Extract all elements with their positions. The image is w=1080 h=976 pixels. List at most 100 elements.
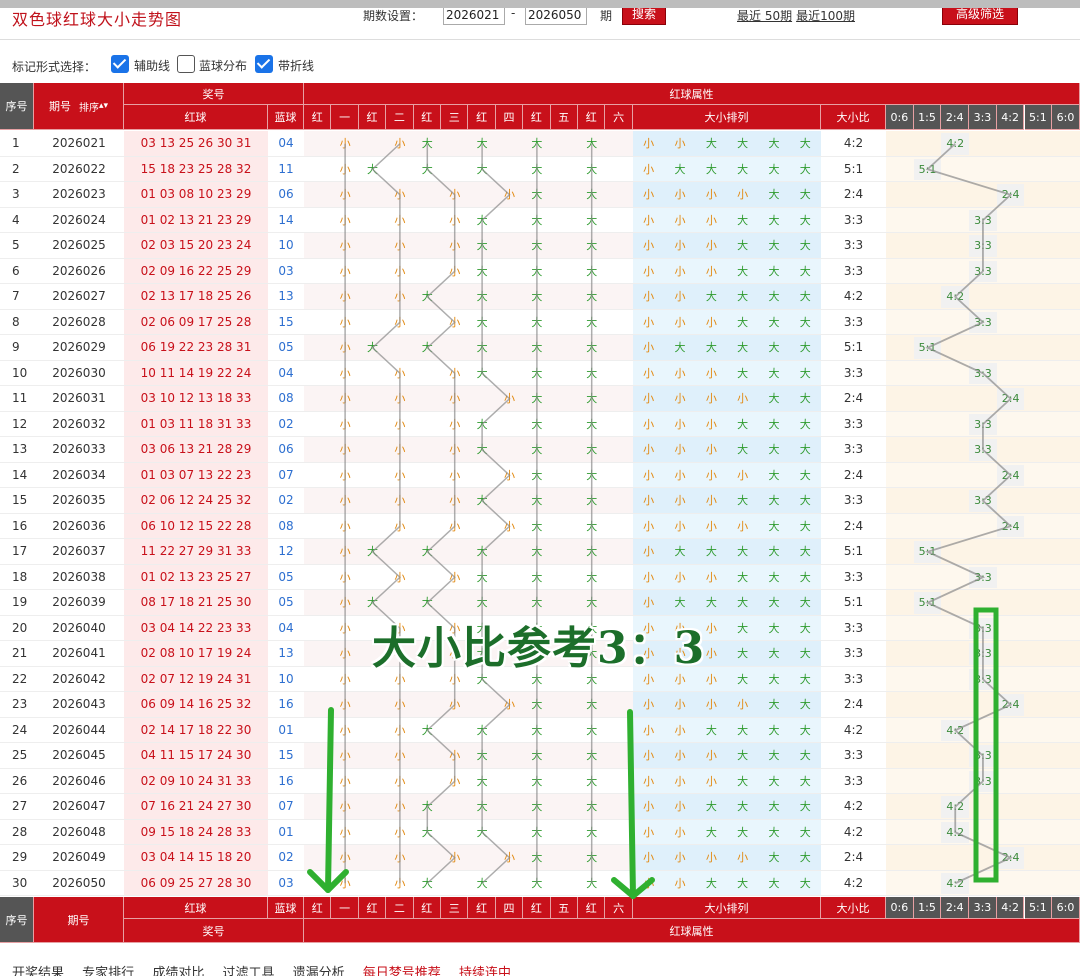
pos-mark: 大 bbox=[586, 188, 598, 202]
row-blue-ball: 01 bbox=[268, 717, 304, 743]
pos-mark: 大 bbox=[476, 749, 488, 763]
seq-mark: 小 bbox=[705, 698, 717, 712]
row-period: 2026023 bbox=[34, 182, 124, 208]
row-red-balls: 02 09 16 22 25 29 bbox=[124, 258, 268, 284]
pos-mark: 大 bbox=[476, 570, 488, 584]
row-period: 2026022 bbox=[34, 156, 124, 182]
seq-mark: 小 bbox=[737, 698, 749, 712]
sort-arrows-icon[interactable]: ▴▾ bbox=[99, 101, 108, 111]
pos-mark: 小 bbox=[339, 290, 351, 304]
pos-mark: 大 bbox=[586, 723, 598, 737]
nav-filter[interactable]: 过滤工具 bbox=[222, 966, 274, 976]
seq-mark: 大 bbox=[737, 647, 749, 661]
nav-daily[interactable]: 每日梦号推荐 bbox=[363, 966, 441, 976]
row-ratio: 2:4 bbox=[821, 462, 886, 488]
footer-ratio-2: 2:4 bbox=[941, 897, 970, 919]
row-index: 27 bbox=[0, 794, 34, 820]
seq-mark: 小 bbox=[705, 315, 717, 329]
row-blue-ball: 04 bbox=[268, 131, 304, 157]
row-index: 12 bbox=[0, 411, 34, 437]
row-index: 1 bbox=[0, 131, 34, 157]
pos-mark: 大 bbox=[476, 494, 488, 508]
pos-mark: 小 bbox=[394, 494, 406, 508]
seq-mark: 大 bbox=[737, 749, 749, 763]
seq-mark: 小 bbox=[643, 723, 655, 737]
row-red-balls: 01 03 07 13 22 23 bbox=[124, 462, 268, 488]
seq-mark: 小 bbox=[674, 570, 686, 584]
row-period: 2026030 bbox=[34, 360, 124, 386]
pos-mark: 大 bbox=[531, 137, 543, 151]
pos-mark: 大 bbox=[586, 239, 598, 253]
seq-mark: 大 bbox=[705, 162, 717, 176]
pos-mark: 小 bbox=[394, 851, 406, 865]
seq-mark: 小 bbox=[643, 545, 655, 559]
row-red-balls: 07 16 21 24 27 30 bbox=[124, 794, 268, 820]
row-index: 19 bbox=[0, 590, 34, 616]
pos-mark: 大 bbox=[586, 290, 598, 304]
seq-mark: 小 bbox=[643, 749, 655, 763]
pos-mark: 小 bbox=[394, 417, 406, 431]
nav-results[interactable]: 开奖结果 bbox=[12, 966, 64, 976]
row-red-balls: 11 22 27 29 31 33 bbox=[124, 539, 268, 565]
seq-mark: 小 bbox=[674, 723, 686, 737]
pos-mark: 小 bbox=[449, 392, 461, 406]
seq-mark: 大 bbox=[799, 494, 811, 508]
seq-mark: 小 bbox=[643, 698, 655, 712]
row-ratio: 3:3 bbox=[821, 360, 886, 386]
header-pos-6: 红 bbox=[468, 105, 496, 130]
pos-mark: 大 bbox=[531, 417, 543, 431]
seq-mark: 大 bbox=[737, 570, 749, 584]
row-red-balls: 03 10 12 13 18 33 bbox=[124, 386, 268, 412]
row-ratio: 3:3 bbox=[821, 207, 886, 233]
row-period: 2026048 bbox=[34, 819, 124, 845]
row-ratio: 3:3 bbox=[821, 564, 886, 590]
pos-mark: 大 bbox=[531, 698, 543, 712]
row-ratio: 3:3 bbox=[821, 615, 886, 641]
nav-compare[interactable]: 成绩对比 bbox=[152, 966, 204, 976]
pos-mark: 小 bbox=[339, 545, 351, 559]
seq-mark: 大 bbox=[768, 468, 780, 482]
seq-mark: 大 bbox=[674, 596, 686, 610]
seq-mark: 大 bbox=[799, 417, 811, 431]
seq-mark: 小 bbox=[705, 417, 717, 431]
pos-mark: 小 bbox=[339, 188, 351, 202]
seq-mark: 小 bbox=[643, 851, 655, 865]
header-pos-9: 五 bbox=[550, 105, 578, 130]
seq-mark: 小 bbox=[705, 774, 717, 788]
row-period: 2026026 bbox=[34, 258, 124, 284]
pos-mark: 小 bbox=[394, 698, 406, 712]
nav-missing[interactable]: 遗漏分析 bbox=[293, 966, 345, 976]
row-ratio: 4:2 bbox=[821, 794, 886, 820]
seq-mark: 大 bbox=[737, 315, 749, 329]
nav-streak[interactable]: 持续连中 bbox=[459, 966, 511, 976]
sort-toggle[interactable]: 排序 bbox=[79, 99, 99, 114]
header-period-label: 期号 bbox=[48, 100, 71, 113]
seq-mark: 小 bbox=[643, 596, 655, 610]
seq-mark: 大 bbox=[799, 519, 811, 533]
seq-mark: 小 bbox=[705, 392, 717, 406]
seq-mark: 小 bbox=[674, 417, 686, 431]
header-period[interactable]: 期号 排序 ▴▾ bbox=[34, 83, 124, 130]
row-period: 2026029 bbox=[34, 335, 124, 361]
seq-mark: 大 bbox=[768, 213, 780, 227]
pos-mark: 小 bbox=[339, 851, 351, 865]
seq-mark: 小 bbox=[737, 188, 749, 202]
row-red-balls: 01 03 08 10 23 29 bbox=[124, 182, 268, 208]
seq-mark: 小 bbox=[643, 162, 655, 176]
pos-mark: 大 bbox=[586, 825, 598, 839]
pos-mark: 大 bbox=[586, 443, 598, 457]
row-red-balls: 02 06 12 24 25 32 bbox=[124, 488, 268, 514]
row-blue-ball: 15 bbox=[268, 743, 304, 769]
pos-mark: 小 bbox=[449, 443, 461, 457]
seq-mark: 小 bbox=[643, 264, 655, 278]
pos-mark: 小 bbox=[339, 749, 351, 763]
seq-mark: 小 bbox=[674, 290, 686, 304]
pos-mark: 大 bbox=[531, 723, 543, 737]
seq-mark: 小 bbox=[643, 239, 655, 253]
pos-mark: 大 bbox=[476, 876, 488, 890]
nav-experts[interactable]: 专家排行 bbox=[82, 966, 134, 976]
row-ratio: 3:3 bbox=[821, 411, 886, 437]
pos-mark: 大 bbox=[476, 315, 488, 329]
seq-mark: 小 bbox=[674, 188, 686, 202]
pos-mark: 小 bbox=[339, 621, 351, 635]
